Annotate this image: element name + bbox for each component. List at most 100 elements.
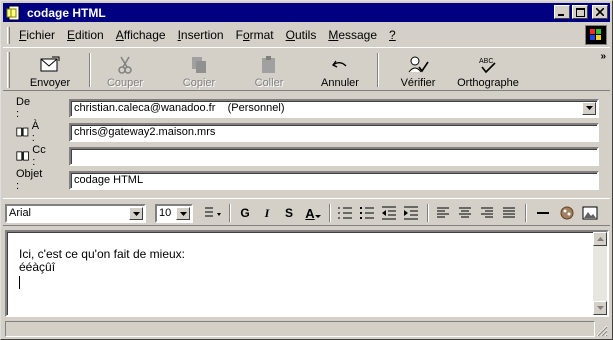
scroll-down-button[interactable] [593,301,607,315]
undo-button[interactable]: Annuler [315,50,365,90]
paragraph-style-button[interactable] [201,204,225,222]
menu-help[interactable]: ? [383,28,402,42]
to-field[interactable]: chris@gateway2.maison.mrs [69,122,599,142]
send-button[interactable]: Envoyer [23,50,77,90]
formatting-toolbar: Arial 10 G I S A [3,198,610,226]
check-names-button[interactable]: Vérifier [393,50,443,90]
justify-button[interactable] [499,204,519,222]
bold-button[interactable]: G [235,204,255,222]
format-separator [525,204,527,222]
toolbar-grip[interactable] [7,52,10,88]
decrease-indent-button[interactable] [379,204,399,222]
menu-insertion[interactable]: Insertion [172,28,230,42]
message-body[interactable]: Ici, c'est ce qu'on fait de mieux: ééàçû… [5,230,609,317]
align-center-button[interactable] [455,204,475,222]
vertical-scrollbar[interactable] [593,232,607,315]
close-icon [596,8,604,16]
toolbar-overflow-chevron[interactable]: » [600,51,606,62]
window-title: codage HTML [27,5,106,20]
stationery-button[interactable] [557,204,577,222]
numbered-list-button[interactable] [335,204,355,222]
underline-button[interactable]: S [279,204,299,222]
decrease-indent-icon [382,206,396,220]
horizontal-line-button[interactable] [533,204,553,222]
increase-indent-icon [404,206,418,220]
toolbar-separator [377,53,379,87]
svg-text:ABC: ABC [479,58,493,65]
insert-picture-button[interactable] [580,204,600,222]
maximize-button[interactable] [572,5,588,19]
cc-field[interactable] [69,146,599,166]
close-button[interactable] [592,5,608,19]
cut-button[interactable]: Couper [99,50,151,90]
from-dropdown-button[interactable] [582,101,596,115]
minimize-icon [558,14,564,16]
font-dropdown-button[interactable] [129,207,143,220]
horizontal-line-icon [537,212,549,214]
chevron-down-icon [585,106,593,110]
align-center-icon [459,207,471,218]
subject-label: Objet : [16,168,43,192]
minimize-button[interactable] [554,5,570,19]
align-right-button[interactable] [477,204,497,222]
spelling-icon: ABC [479,58,496,74]
check-names-icon [408,56,429,73]
toolbar-separator [89,53,91,87]
align-left-button[interactable] [433,204,453,222]
scissors-icon [118,56,132,74]
menu-message[interactable]: Message [322,28,383,42]
chevron-down-icon [179,211,187,216]
font-size-select[interactable]: 10 [155,204,193,223]
title-bar[interactable]: codage HTML [3,3,610,22]
menu-grip[interactable] [7,27,10,44]
message-header: De : christian.caleca@wanadoo.fr (Person… [3,93,610,195]
menu-affichage[interactable]: Affichage [110,28,172,42]
from-select[interactable]: christian.caleca@wanadoo.fr (Personnel) [69,98,599,118]
align-left-icon [437,207,449,218]
format-separator [229,204,231,222]
menu-bar: Fichier Edition Affichage Insertion Form… [3,24,610,46]
copy-icon [192,57,206,73]
spelling-button[interactable]: ABC Orthographe [453,50,523,90]
chevron-down-icon [132,211,140,216]
format-separator [329,204,331,222]
status-panel [5,321,595,337]
numbered-list-icon [338,207,352,219]
menu-outils[interactable]: Outils [280,28,323,42]
text-cursor [19,276,20,289]
bullet-list-icon [360,207,374,219]
format-separator [427,204,429,222]
font-color-button[interactable]: A [301,204,325,222]
document-icon [6,5,20,20]
picture-icon [582,206,598,220]
copy-button[interactable]: Copier [173,50,225,90]
status-bar [3,320,610,338]
scroll-up-button[interactable] [593,232,607,246]
menu-fichier[interactable]: Fichier [13,28,61,42]
bullet-list-button[interactable] [357,204,377,222]
stationery-icon [560,206,574,220]
arrow-down-icon [596,306,604,310]
increase-indent-button[interactable] [401,204,421,222]
address-book-icon [16,151,29,161]
menu-format[interactable]: Format [230,28,280,42]
resize-grip-icon[interactable] [596,325,608,337]
italic-button[interactable]: I [257,204,277,222]
justify-icon [503,207,515,218]
message-body-text[interactable]: Ici, c'est ce qu'on fait de mieux: ééàçû… [19,248,185,289]
menu-edition[interactable]: Edition [61,28,110,42]
body-line-2: ééàçûî [19,260,56,274]
to-label: À : [31,120,40,144]
cc-label-group[interactable]: Cc : [16,144,48,168]
chevron-down-icon [314,215,321,218]
address-book-icon [16,127,29,137]
maximize-icon [575,7,585,17]
to-label-group[interactable]: À : [16,120,42,144]
paste-button[interactable]: Coller [243,50,295,90]
subject-field[interactable]: codage HTML [69,170,599,190]
size-dropdown-button[interactable] [176,207,190,220]
paragraph-style-icon [205,207,221,217]
windows-logo-icon [585,25,607,45]
arrow-up-icon [596,237,604,241]
font-select[interactable]: Arial [5,204,146,223]
